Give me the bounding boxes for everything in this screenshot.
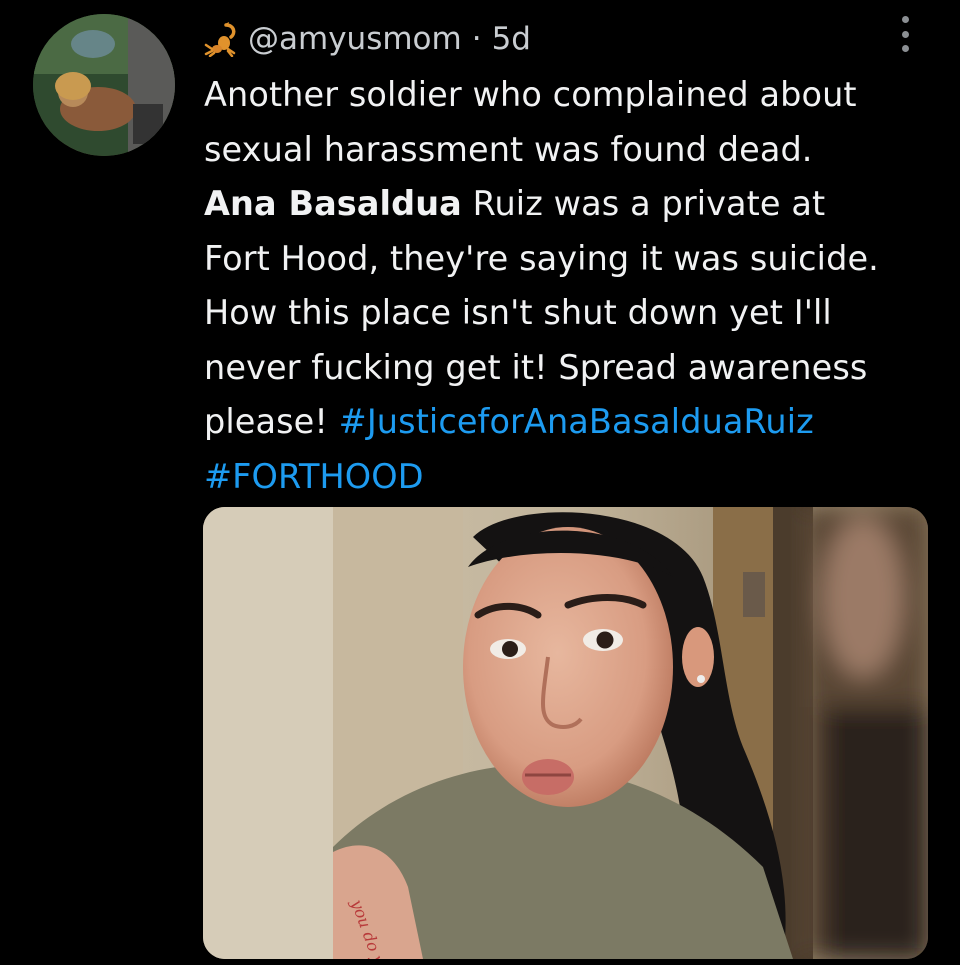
tweet-header: @amyusmom · 5d <box>204 14 531 64</box>
author-handle[interactable]: @amyusmom <box>248 21 462 57</box>
tweet-media-image[interactable]: you do you <box>203 507 928 959</box>
tweet-text-line: Ana Basaldua Ruiz was a private at <box>204 177 944 232</box>
tweet-text-segment: sexual harassment was found dead. <box>204 129 813 169</box>
tweet-text-line: never fucking get it! Spread awareness <box>204 341 944 396</box>
tweet-text-line: Another soldier who complained about <box>204 68 944 123</box>
separator-dot: · <box>471 21 482 57</box>
tweet-text-segment: Another soldier who complained about <box>204 75 857 114</box>
avatar-image <box>33 14 175 156</box>
tweet-text-segment: Fort Hood, they're saying it was suicide… <box>204 238 879 278</box>
tweet-text-line: please! #JusticeforAnaBasalduaRuiz <box>204 395 944 450</box>
tweet-text-segment: never fucking get it! Spread awareness <box>204 347 868 387</box>
hashtag-link[interactable]: #FORTHOOD <box>204 457 424 496</box>
scorpion-icon <box>204 21 238 58</box>
tweet-text-segment: please! <box>204 402 339 441</box>
tweet-text-line: How this place isn't shut down yet I'll <box>204 286 944 341</box>
selfie-photo: you do you <box>203 507 928 959</box>
more-options-icon[interactable] <box>893 16 917 52</box>
tweet-text: Another soldier who complained about sexu… <box>204 68 944 504</box>
hashtag-link[interactable]: #JusticeforAnaBasalduaRuiz <box>339 402 814 441</box>
tweet-text-line: sexual harassment was found dead. <box>204 123 944 178</box>
author-avatar[interactable] <box>33 14 175 156</box>
tweet-timestamp[interactable]: 5d <box>492 21 531 57</box>
tweet-text-segment: Ruiz was a private at <box>461 184 826 223</box>
tweet-text-line: #FORTHOOD <box>204 450 944 505</box>
tweet-text-segment: How this place isn't shut down yet I'll <box>204 293 832 332</box>
bold-name-text: Ana Basaldua <box>204 184 462 223</box>
tweet-text-line: Fort Hood, they're saying it was suicide… <box>204 232 944 287</box>
